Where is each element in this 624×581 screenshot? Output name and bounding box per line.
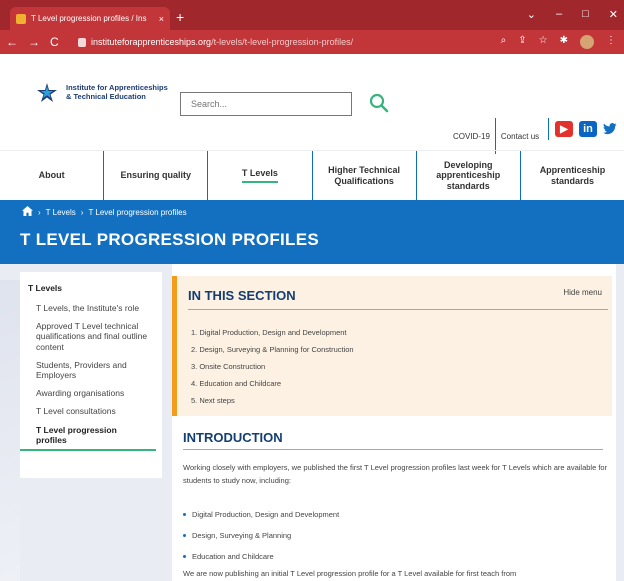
address-bar: ← → C instituteforapprenticeships.org/t-… <box>0 30 624 54</box>
menu-dots-icon[interactable]: ⋮ <box>606 35 616 49</box>
section-list: 1. Digital Production, Design and Develo… <box>191 324 354 409</box>
utility-links: COVID-19 Contact us <box>448 118 544 154</box>
window-controls: ⌄ – □ ✕ <box>527 8 618 21</box>
back-icon[interactable]: ← <box>6 35 18 49</box>
minimize-button[interactable]: – <box>556 8 562 21</box>
sidebar: T Levels T Levels, the Institute's role … <box>20 272 162 478</box>
breadcrumb-separator: › <box>38 207 41 217</box>
intro-paragraph-2: We are now publishing an initial T Level… <box>183 569 517 578</box>
url-path: /t-levels/t-level-progression-profiles/ <box>211 37 354 47</box>
search-input[interactable] <box>180 92 352 116</box>
section-link[interactable]: 2. Design, Surveying & Planning for Cons… <box>191 341 354 358</box>
forward-icon[interactable]: → <box>28 35 40 49</box>
bullet-icon <box>183 555 186 558</box>
breadcrumb-separator: › <box>80 207 84 217</box>
list-item: Digital Production, Design and Developme… <box>183 504 339 525</box>
section-link[interactable]: 3. Onsite Construction <box>191 358 354 375</box>
browser-toolbar-icons: ⌕ ⇪ ☆ ✱ ⋮ <box>501 35 616 49</box>
sidebar-item-institutes-role[interactable]: T Levels, the Institute's role <box>20 299 162 317</box>
close-tab-icon[interactable]: × <box>159 14 164 24</box>
bullet-text: Digital Production, Design and Developme… <box>192 510 340 519</box>
reload-icon[interactable]: C <box>50 35 59 49</box>
list-item: Design, Surveying & Planning <box>183 525 339 546</box>
section-heading: IN THIS SECTION <box>188 288 296 303</box>
sidebar-title[interactable]: T Levels <box>20 272 162 299</box>
bullet-text: Education and Childcare <box>192 552 274 561</box>
page-title: T LEVEL PROGRESSION PROFILES <box>20 230 320 249</box>
site-header: Institute for Apprenticeships & Technica… <box>0 54 624 200</box>
page-banner: › T Levels › T Level progression profile… <box>0 200 624 264</box>
contact-us-link[interactable]: Contact us <box>496 132 544 141</box>
zoom-icon[interactable]: ⌕ <box>501 35 507 49</box>
maximize-button[interactable]: □ <box>582 8 589 21</box>
browser-tab-bar: T Level progression profiles / Ins × + ⌄… <box>0 0 624 30</box>
new-tab-button[interactable]: + <box>176 9 184 25</box>
nav-t-levels[interactable]: T Levels <box>208 151 313 200</box>
bullet-icon <box>183 513 186 516</box>
breadcrumb-t-levels[interactable]: T Levels <box>46 208 76 217</box>
lock-icon <box>78 37 86 47</box>
search-icon[interactable] <box>368 92 390 114</box>
tab-title: T Level progression profiles / Ins <box>31 14 147 23</box>
divider <box>548 118 549 140</box>
linkedin-icon[interactable]: in <box>579 121 597 137</box>
profile-avatar[interactable] <box>580 35 594 49</box>
bookmark-star-icon[interactable]: ☆ <box>539 35 548 49</box>
tab-search-icon[interactable]: ⌄ <box>527 8 536 21</box>
covid-link[interactable]: COVID-19 <box>448 132 495 141</box>
url-field[interactable]: instituteforapprenticeships.org/t-levels… <box>78 37 353 47</box>
background-decoration <box>0 280 20 581</box>
section-link[interactable]: 1. Digital Production, Design and Develo… <box>191 324 354 341</box>
favicon-icon <box>16 13 26 24</box>
home-icon[interactable] <box>22 206 33 218</box>
intro-paragraph: Working closely with employers, we publi… <box>183 463 608 486</box>
nav-label: T Levels <box>241 168 278 184</box>
sidebar-item-students-providers[interactable]: Students, Providers and Employers <box>20 356 162 384</box>
breadcrumb-current: T Level progression profiles <box>88 207 187 217</box>
url-host: instituteforapprenticeships.org <box>91 37 212 47</box>
breadcrumb: › T Levels › T Level progression profile… <box>22 206 187 218</box>
bullet-icon <box>183 534 186 537</box>
logo-star-icon <box>36 82 58 104</box>
close-window-button[interactable]: ✕ <box>609 8 618 21</box>
nav-label: Higher Technical Qualifications <box>328 165 401 186</box>
nav-label: Developing apprenticeship standards <box>436 159 501 191</box>
list-item: Education and Childcare <box>183 546 339 567</box>
sidebar-item-approved-qualifications[interactable]: Approved T Level technical qualification… <box>20 317 162 356</box>
main-content: IN THIS SECTION Hide menu 1. Digital Pro… <box>172 264 616 581</box>
site-logo[interactable]: Institute for Apprenticeships & Technica… <box>36 82 168 104</box>
section-link[interactable]: 4. Education and Childcare <box>191 375 354 392</box>
bullet-text: Design, Surveying & Planning <box>192 531 292 540</box>
divider <box>183 449 603 450</box>
youtube-icon[interactable]: ▶ <box>555 121 573 137</box>
nav-ensuring-quality[interactable]: Ensuring quality <box>104 151 209 200</box>
main-nav: About Ensuring quality T Levels Higher T… <box>0 150 624 200</box>
nav-label: Apprenticeship standards <box>539 165 606 186</box>
share-icon[interactable]: ⇪ <box>518 35 526 49</box>
introduction-heading: INTRODUCTION <box>183 430 283 445</box>
sidebar-item-awarding-organisations[interactable]: Awarding organisations <box>20 384 162 402</box>
sidebar-item-consultations[interactable]: T Level consultations <box>20 402 162 420</box>
logo-line-2: & Technical Education <box>66 92 146 101</box>
nav-about[interactable]: About <box>0 151 105 200</box>
twitter-icon[interactable] <box>603 121 617 137</box>
extensions-icon[interactable]: ✱ <box>560 35 568 49</box>
section-link[interactable]: 5. Next steps <box>191 392 354 409</box>
divider <box>188 309 608 310</box>
browser-tab[interactable]: T Level progression profiles / Ins × <box>10 7 170 30</box>
social-links: ▶ in <box>548 118 617 140</box>
in-this-section-box: IN THIS SECTION Hide menu 1. Digital Pro… <box>172 276 612 416</box>
intro-bullet-list: Digital Production, Design and Developme… <box>183 504 339 567</box>
nav-label: About <box>38 170 65 181</box>
nav-label: Ensuring quality <box>120 170 192 181</box>
nav-higher-technical-qualifications[interactable]: Higher Technical Qualifications <box>313 151 417 200</box>
page: Institute for Apprenticeships & Technica… <box>0 54 624 581</box>
sidebar-item-progression-profiles[interactable]: T Level progression profiles <box>20 421 156 451</box>
hide-menu-link[interactable]: Hide menu <box>563 288 602 297</box>
nav-buttons: ← → C <box>0 35 78 49</box>
logo-text: Institute for Apprenticeships & Technica… <box>66 84 168 101</box>
nav-apprenticeship-standards[interactable]: Apprenticeship standards <box>521 151 624 200</box>
nav-developing-apprenticeship-standards[interactable]: Developing apprenticeship standards <box>417 151 521 200</box>
